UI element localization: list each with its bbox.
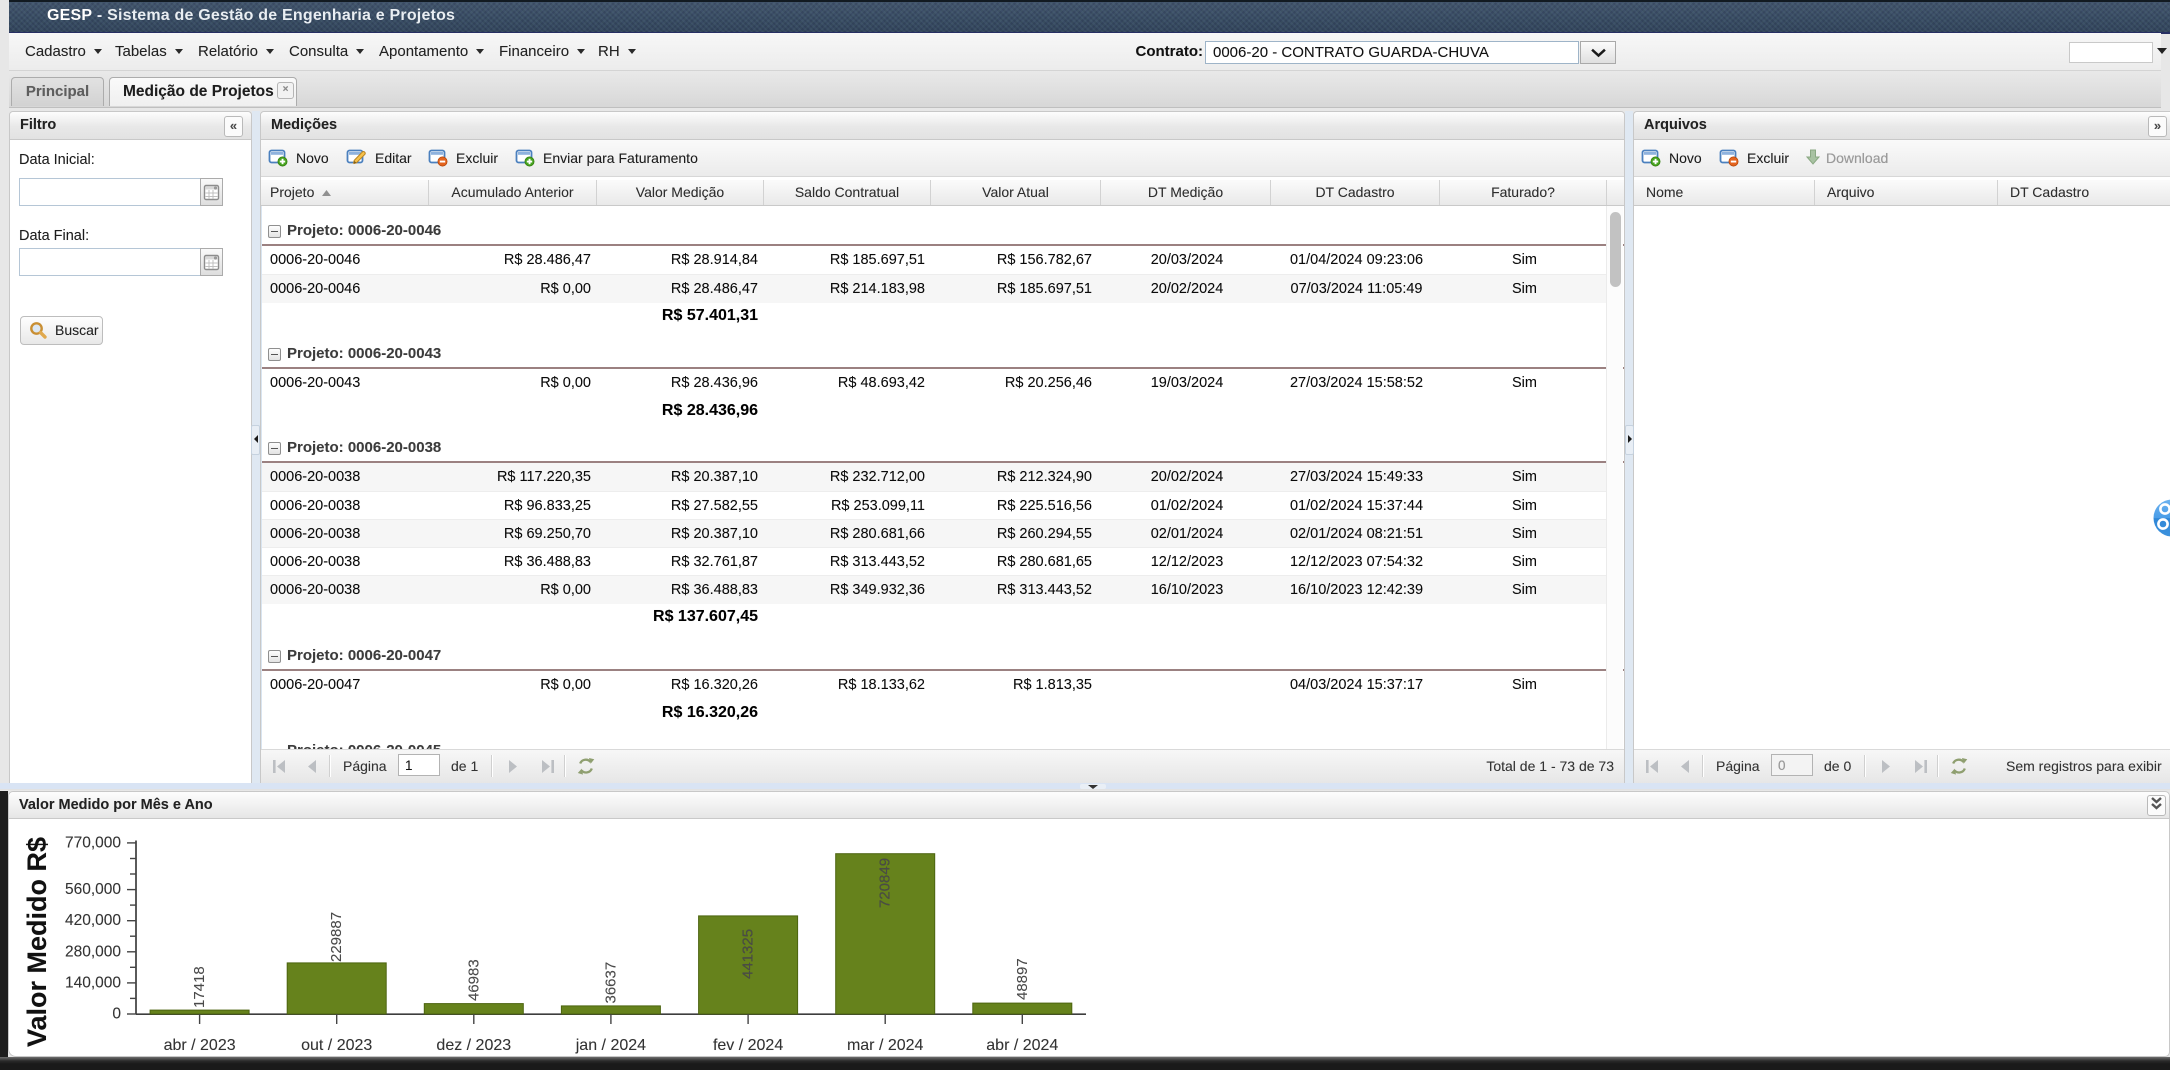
svg-text:36637: 36637 (602, 962, 619, 1004)
svg-text:out / 2023: out / 2023 (301, 1037, 372, 1054)
svg-text:0: 0 (112, 1006, 121, 1023)
svg-text:140,000: 140,000 (65, 974, 121, 991)
svg-text:fev / 2024: fev / 2024 (713, 1037, 783, 1054)
svg-text:mar / 2024: mar / 2024 (847, 1037, 924, 1054)
svg-text:280,000: 280,000 (65, 943, 121, 960)
svg-text:441325: 441325 (740, 929, 757, 979)
svg-text:48897: 48897 (1014, 958, 1031, 1000)
svg-text:Valor Medido R$: Valor Medido R$ (22, 837, 52, 1047)
svg-text:jan / 2024: jan / 2024 (575, 1037, 646, 1054)
svg-text:abr / 2024: abr / 2024 (986, 1037, 1058, 1054)
svg-text:46983: 46983 (465, 959, 482, 1001)
svg-text:560,000: 560,000 (65, 881, 121, 898)
svg-text:420,000: 420,000 (65, 912, 121, 929)
svg-text:abr / 2023: abr / 2023 (164, 1037, 236, 1054)
svg-text:720849: 720849 (877, 858, 894, 908)
svg-text:229887: 229887 (328, 912, 345, 962)
svg-text:17418: 17418 (191, 966, 208, 1008)
svg-text:770,000: 770,000 (65, 834, 121, 851)
svg-text:dez / 2023: dez / 2023 (436, 1037, 511, 1054)
